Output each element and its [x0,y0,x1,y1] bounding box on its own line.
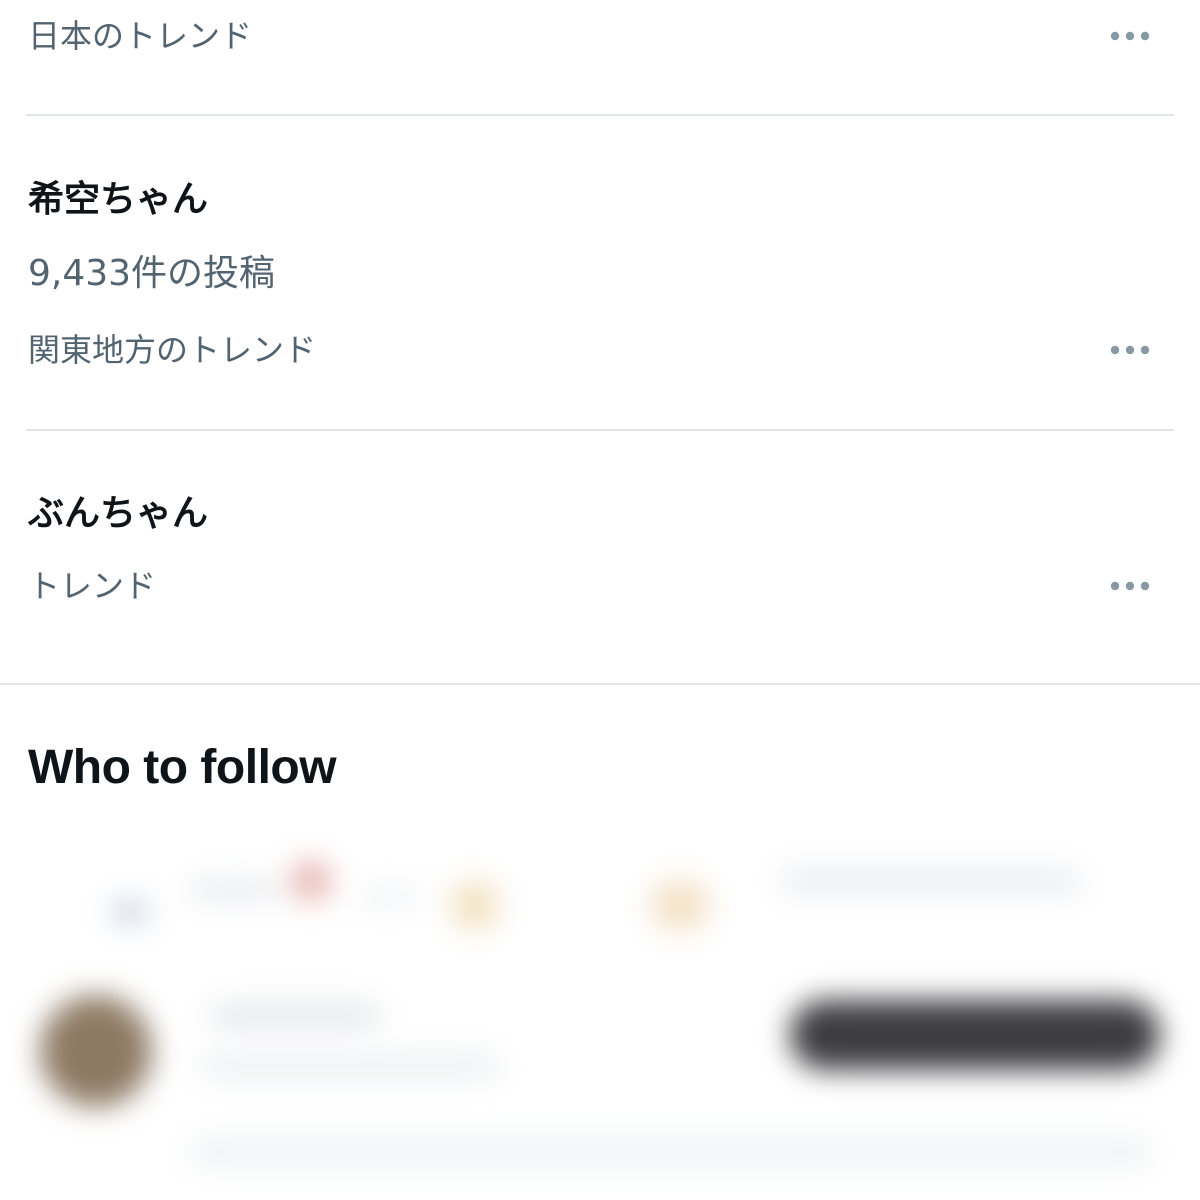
trend-name: 希空ちゃん [28,179,209,220]
trend-item[interactable]: 日本のトレンド [0,0,1200,116]
trend-context: 日本のトレンド [28,17,253,55]
blurred-shape [200,1055,500,1077]
trend-item[interactable]: 希空ちゃん 9,433件の投稿 関東地方のトレンド [0,116,1200,430]
suggestions-blurred-area [0,810,1200,1200]
more-horizontal-icon [1110,580,1150,592]
blurred-shape [210,1005,380,1027]
blurred-shape [110,900,150,924]
more-horizontal-icon [1110,30,1150,42]
more-horizontal-icon [1110,344,1150,356]
follow-button[interactable] [790,1000,1160,1070]
avatar [40,995,152,1107]
blurred-shape [190,1140,1150,1164]
section-divider [0,683,1200,685]
trend-context: 関東地方のトレンド [28,331,317,369]
blurred-shape [450,880,500,930]
trend-post-count: 9,433件の投稿 [28,253,276,294]
more-button[interactable] [1100,16,1160,56]
trend-name: ぶんちゃん [28,493,209,534]
blurred-shape [190,880,280,898]
blurred-shape [650,880,710,930]
more-button[interactable] [1100,330,1160,370]
trend-context: トレンド [28,567,157,605]
blurred-shape [360,890,420,904]
more-button[interactable] [1100,566,1160,606]
trend-item[interactable]: ぶんちゃん トレンド [0,431,1200,683]
blurred-shape [780,870,1080,892]
who-to-follow-title: Who to follow [28,741,337,794]
blurred-shape [290,860,332,902]
blurred-content [0,810,1200,1200]
